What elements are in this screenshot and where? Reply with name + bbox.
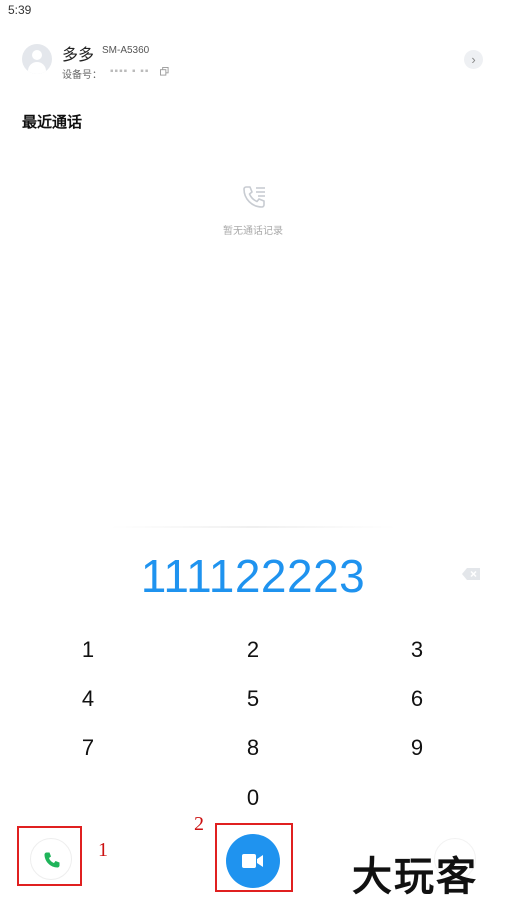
dial-key-1[interactable]: 1 bbox=[48, 630, 128, 670]
device-model: SM-A5360 bbox=[102, 45, 150, 56]
empty-calls-text: 暂无通话记录 bbox=[223, 226, 283, 237]
dial-key-3[interactable]: 3 bbox=[377, 630, 457, 670]
highlight-label-1: 1 bbox=[98, 839, 108, 861]
backspace-icon[interactable] bbox=[461, 567, 481, 581]
person-icon bbox=[22, 44, 52, 74]
chevron-right-icon[interactable]: › bbox=[464, 50, 483, 69]
dial-key-9[interactable]: 9 bbox=[377, 728, 457, 768]
device-card[interactable]: 多多 SM-A5360 设备号： ▪▪▪▪ ▪ ▪▪ › bbox=[22, 40, 484, 82]
copy-icon[interactable] bbox=[160, 67, 169, 76]
dial-key-5[interactable]: 5 bbox=[213, 679, 293, 719]
dial-key-2[interactable]: 2 bbox=[213, 630, 293, 670]
dialpad-divider bbox=[110, 526, 396, 528]
dial-key-6[interactable]: 6 bbox=[377, 679, 457, 719]
dial-key-4[interactable]: 4 bbox=[48, 679, 128, 719]
watermark-logo: 大玩客 bbox=[352, 855, 478, 899]
dial-key-0[interactable]: 0 bbox=[213, 778, 293, 818]
recent-calls-title: 最近通话 bbox=[22, 114, 83, 131]
dialed-number: 111122223 bbox=[140, 550, 366, 602]
highlight-box-1 bbox=[17, 826, 82, 886]
device-id-label: 设备号： bbox=[62, 70, 102, 81]
dial-key-8[interactable]: 8 bbox=[213, 728, 293, 768]
device-id-value: ▪▪▪▪ ▪ ▪▪ bbox=[110, 66, 150, 77]
phone-list-icon bbox=[243, 186, 265, 208]
device-name: 多多 bbox=[62, 47, 95, 64]
highlight-label-2: 2 bbox=[194, 813, 204, 835]
dial-key-7[interactable]: 7 bbox=[48, 728, 128, 768]
highlight-box-2 bbox=[215, 823, 293, 892]
status-bar-time: 5:39 bbox=[8, 3, 32, 17]
